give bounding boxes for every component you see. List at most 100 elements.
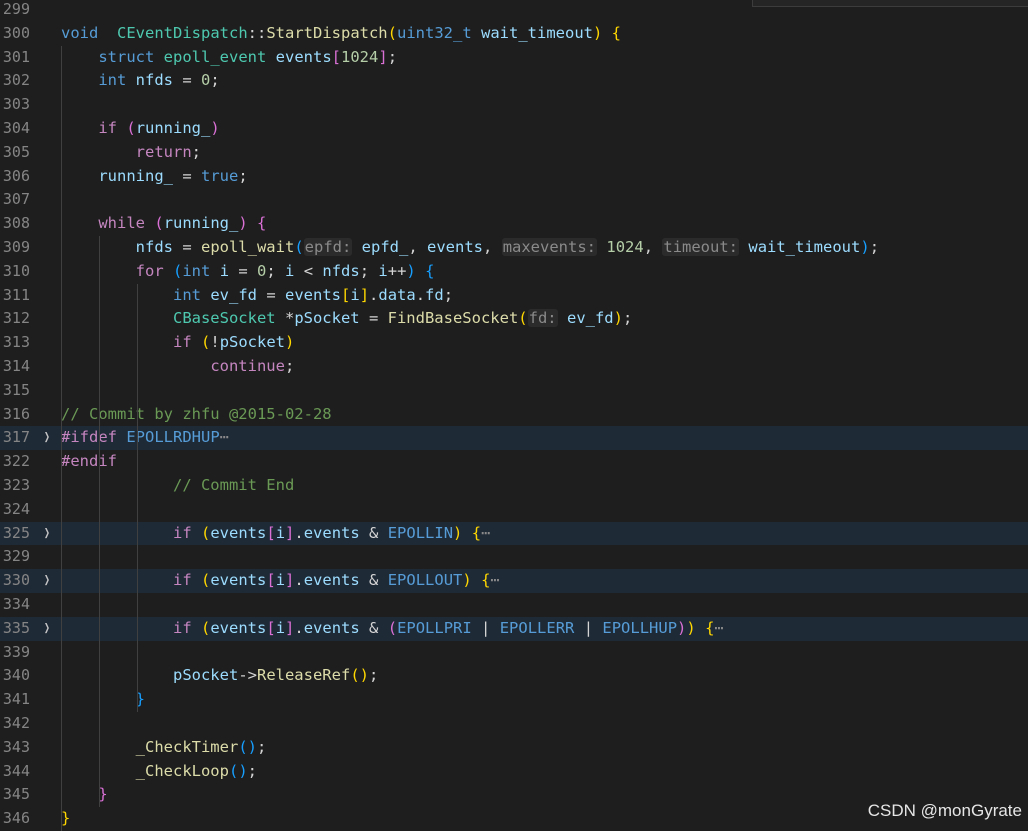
code-line[interactable]: 312 CBaseSocket *pSocket = FindBaseSocke… — [0, 307, 1028, 331]
code-line[interactable]: 325 ❯ if (events[i].events & EPOLLIN) {⋯ — [0, 521, 1028, 546]
code-token: . — [415, 285, 426, 304]
code-line[interactable]: 305 return; — [0, 141, 1028, 165]
code-line[interactable]: 334 — [0, 593, 1028, 617]
code-token: = — [229, 261, 258, 280]
indent-guide — [61, 45, 62, 831]
code-token: running_ — [163, 214, 239, 233]
code-line[interactable]: 343 _CheckTimer(); — [0, 736, 1028, 760]
code-text: CBaseSocket *pSocket = FindBaseSocket(fd… — [61, 307, 632, 331]
inlay-hint: epfd: — [303, 238, 353, 256]
code-token: return — [135, 142, 192, 161]
code-token: . — [369, 285, 379, 304]
code-token: 1024 — [341, 47, 379, 66]
code-token: pSocket — [219, 333, 286, 352]
code-line[interactable]: 344 _CheckLoop(); — [0, 760, 1028, 784]
code-token: while — [98, 214, 145, 233]
code-line[interactable]: 308 while (running_) { — [0, 212, 1028, 236]
code-token: { — [481, 571, 491, 590]
code-line[interactable]: 314 continue; — [0, 355, 1028, 379]
code-token: events — [285, 285, 341, 304]
code-token: , — [483, 238, 502, 256]
chevron-right-icon[interactable]: ❯ — [43, 522, 51, 546]
code-token: i — [275, 618, 286, 637]
code-line[interactable]: 304 if (running_) — [0, 117, 1028, 141]
line-number: 340 — [2, 666, 30, 685]
code-text: struct epoll_event events[1024]; — [61, 46, 397, 70]
folded-ellipsis[interactable]: ⋯ — [481, 524, 490, 542]
code-text: } — [61, 807, 70, 831]
code-token: < — [294, 261, 323, 280]
folded-ellipsis[interactable]: ⋯ — [714, 619, 723, 637]
code-line[interactable]: 301 struct epoll_event events[1024]; — [0, 46, 1028, 70]
code-line[interactable]: 342 — [0, 712, 1028, 736]
code-token: i — [219, 261, 230, 280]
code-editor[interactable]: 299 300 void CEventDispatch::StartDispatch… — [0, 0, 1028, 831]
line-number: 329 — [2, 547, 30, 566]
code-line[interactable]: 299 — [0, 0, 1028, 22]
chevron-right-icon[interactable]: ❯ — [43, 569, 51, 593]
line-number: 345 — [2, 785, 30, 804]
code-token: ( — [387, 23, 397, 42]
line-number: 315 — [2, 380, 30, 399]
code-text: nfds = epoll_wait(epfd: epfd_, events, m… — [61, 236, 879, 260]
code-line[interactable]: 340 pSocket->ReleaseRef(); — [0, 664, 1028, 688]
code-token: ( — [201, 333, 211, 352]
code-token: if — [98, 119, 117, 137]
code-line[interactable]: 303 — [0, 93, 1028, 117]
code-token: if — [172, 333, 192, 352]
code-line[interactable]: 309 nfds = epoll_wait(epfd: epfd_, event… — [0, 236, 1028, 260]
code-text: #endif — [61, 450, 117, 474]
chevron-right-icon[interactable]: ❯ — [43, 426, 51, 450]
code-token: fd — [425, 285, 444, 304]
code-line[interactable]: 317 ❯ #ifdef EPOLLRDHUP⋯ — [0, 426, 1028, 451]
code-token: ; — [387, 47, 398, 66]
code-line[interactable]: 300 void CEventDispatch::StartDispatch(ui… — [0, 22, 1028, 46]
code-line[interactable]: 316 // Commit by zhfu @2015-02-28 — [0, 403, 1028, 427]
code-line[interactable]: 329 — [0, 545, 1028, 569]
code-token: ] — [285, 523, 295, 542]
code-token: ; — [191, 142, 201, 161]
code-token: CBaseSocket — [172, 309, 276, 328]
code-line[interactable]: 339 — [0, 641, 1028, 665]
code-line[interactable]: 313 if (!pSocket) — [0, 331, 1028, 355]
code-token: & — [359, 618, 388, 637]
code-token: ) — [285, 333, 295, 352]
code-line[interactable]: 310 for (int i = 0; i < nfds; i++) { — [0, 260, 1028, 284]
line-number: 301 — [2, 47, 30, 66]
code-line[interactable]: 335 ❯ if (events[i].events & (EPOLLPRI | … — [0, 616, 1028, 641]
code-line[interactable]: 315 — [0, 379, 1028, 403]
code-token: * — [275, 309, 295, 328]
code-line[interactable]: 341 } — [0, 688, 1028, 712]
code-token: if — [172, 523, 192, 542]
code-token: = — [173, 71, 201, 90]
code-line[interactable]: 302 int nfds = 0; — [0, 69, 1028, 93]
code-token: :: — [247, 23, 267, 42]
folded-ellipsis[interactable]: ⋯ — [490, 571, 499, 589]
code-line[interactable]: 330 ❯ if (events[i].events & EPOLLOUT) {⋯ — [0, 569, 1028, 593]
code-token: -> — [238, 666, 257, 685]
chevron-right-icon[interactable]: ❯ — [43, 617, 51, 641]
folded-ellipsis[interactable]: ⋯ — [220, 428, 229, 446]
code-line[interactable]: 306 running_ = true; — [0, 165, 1028, 189]
code-line[interactable]: 311 int ev_fd = events[i].data.fd; — [0, 284, 1028, 308]
code-line[interactable]: 307 — [0, 188, 1028, 212]
code-token: // Commit End — [172, 476, 295, 494]
code-line[interactable]: 322 #endif — [0, 450, 1028, 474]
line-number: 306 — [2, 166, 30, 185]
code-token: ( — [201, 571, 211, 590]
code-line[interactable]: 323 // Commit End — [0, 474, 1028, 498]
code-token: events — [210, 571, 267, 590]
code-token: // Commit by zhfu @2015-02-28 — [61, 404, 332, 423]
line-number: 308 — [2, 214, 30, 233]
line-number: 341 — [2, 690, 30, 709]
code-line[interactable]: 324 — [0, 498, 1028, 522]
